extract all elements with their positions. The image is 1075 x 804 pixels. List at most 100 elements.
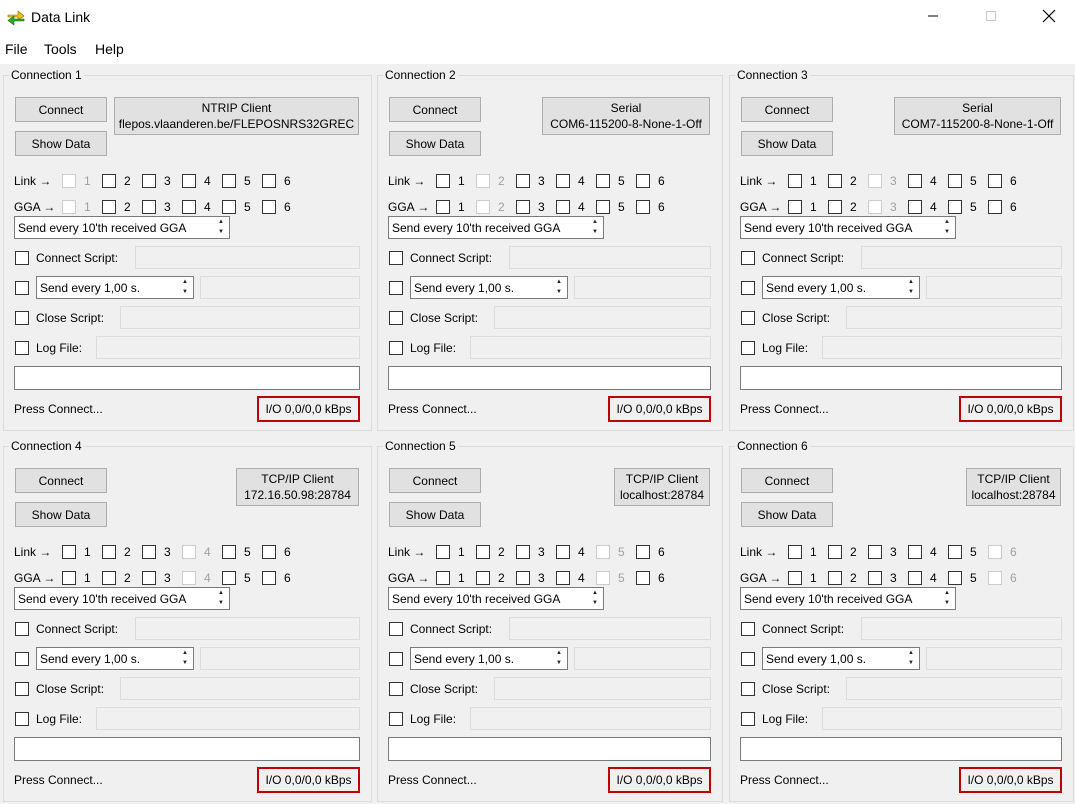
connect-script-input[interactable]	[135, 246, 360, 269]
link-checkbox-6[interactable]	[636, 545, 650, 559]
gga-checkbox-6[interactable]	[988, 200, 1002, 214]
link-checkbox-2[interactable]	[476, 545, 490, 559]
close-script-checkbox[interactable]	[15, 311, 29, 325]
link-checkbox-3[interactable]	[516, 174, 530, 188]
log-file-input[interactable]	[822, 707, 1062, 730]
link-checkbox-1[interactable]	[62, 174, 76, 188]
connect-button[interactable]: Connect	[741, 468, 833, 493]
link-checkbox-1[interactable]	[788, 545, 802, 559]
link-checkbox-4[interactable]	[556, 174, 570, 188]
connect-script-input[interactable]	[861, 617, 1062, 640]
connect-script-checkbox[interactable]	[15, 251, 29, 265]
spinner-arrows-icon[interactable]: ▲ ▼	[588, 218, 602, 237]
send-every-spinner[interactable]: Send every 1,00 s. ▲ ▼	[410, 276, 568, 299]
connect-script-checkbox[interactable]	[741, 251, 755, 265]
gga-checkbox-5[interactable]	[222, 200, 236, 214]
link-checkbox-1[interactable]	[62, 545, 76, 559]
close-script-input[interactable]	[120, 677, 360, 700]
link-checkbox-6[interactable]	[988, 174, 1002, 188]
gga-checkbox-2[interactable]	[476, 571, 490, 585]
log-file-checkbox[interactable]	[389, 341, 403, 355]
close-script-input[interactable]	[846, 677, 1062, 700]
gga-checkbox-3[interactable]	[516, 571, 530, 585]
source-settings-button[interactable]: Serial COM6-115200-8-None-1-Off	[542, 97, 710, 135]
connect-button[interactable]: Connect	[15, 97, 107, 122]
connect-script-input[interactable]	[509, 617, 711, 640]
log-file-input[interactable]	[470, 336, 711, 359]
log-file-checkbox[interactable]	[741, 712, 755, 726]
link-checkbox-3[interactable]	[142, 174, 156, 188]
gga-checkbox-1[interactable]	[436, 571, 450, 585]
send-every-spinner[interactable]: Send every 1,00 s. ▲ ▼	[762, 276, 920, 299]
gga-checkbox-3[interactable]	[516, 200, 530, 214]
log-file-input[interactable]	[822, 336, 1062, 359]
gga-checkbox-3[interactable]	[142, 200, 156, 214]
send-every-spinner[interactable]: Send every 1,00 s. ▲ ▼	[410, 647, 568, 670]
link-checkbox-4[interactable]	[182, 545, 196, 559]
spinner-arrows-icon[interactable]: ▲ ▼	[904, 649, 918, 668]
link-checkbox-2[interactable]	[828, 545, 842, 559]
send-every-input[interactable]	[200, 276, 360, 299]
link-checkbox-5[interactable]	[948, 174, 962, 188]
link-checkbox-6[interactable]	[636, 174, 650, 188]
send-every-checkbox[interactable]	[389, 281, 403, 295]
link-checkbox-4[interactable]	[908, 174, 922, 188]
send-every-checkbox[interactable]	[15, 652, 29, 666]
gga-checkbox-1[interactable]	[788, 200, 802, 214]
maximize-button[interactable]	[962, 0, 1020, 34]
send-every-checkbox[interactable]	[741, 281, 755, 295]
gga-checkbox-4[interactable]	[908, 571, 922, 585]
gga-mode-select[interactable]: Send every 10'th received GGA ▲ ▼	[388, 587, 604, 610]
gga-checkbox-5[interactable]	[222, 571, 236, 585]
connect-script-checkbox[interactable]	[741, 622, 755, 636]
gga-checkbox-6[interactable]	[262, 200, 276, 214]
link-checkbox-2[interactable]	[476, 174, 490, 188]
gga-checkbox-4[interactable]	[908, 200, 922, 214]
close-window-button[interactable]	[1020, 0, 1075, 34]
link-checkbox-4[interactable]	[556, 545, 570, 559]
menu-help[interactable]: Help	[95, 41, 124, 57]
link-checkbox-1[interactable]	[788, 174, 802, 188]
connect-button[interactable]: Connect	[15, 468, 107, 493]
gga-mode-select[interactable]: Send every 10'th received GGA ▲ ▼	[388, 216, 604, 239]
data-textbox[interactable]	[740, 366, 1062, 390]
send-every-checkbox[interactable]	[15, 281, 29, 295]
gga-checkbox-1[interactable]	[788, 571, 802, 585]
gga-mode-select[interactable]: Send every 10'th received GGA ▲ ▼	[740, 587, 956, 610]
link-checkbox-5[interactable]	[596, 174, 610, 188]
link-checkbox-4[interactable]	[182, 174, 196, 188]
connect-script-checkbox[interactable]	[15, 622, 29, 636]
close-script-input[interactable]	[846, 306, 1062, 329]
gga-checkbox-4[interactable]	[556, 571, 570, 585]
show-data-button[interactable]: Show Data	[15, 502, 107, 527]
gga-checkbox-1[interactable]	[62, 200, 76, 214]
gga-checkbox-6[interactable]	[636, 200, 650, 214]
gga-checkbox-5[interactable]	[596, 200, 610, 214]
data-textbox[interactable]	[14, 366, 360, 390]
source-settings-button[interactable]: TCP/IP Client localhost:28784	[966, 468, 1061, 506]
close-script-checkbox[interactable]	[15, 682, 29, 696]
link-checkbox-5[interactable]	[222, 545, 236, 559]
gga-checkbox-3[interactable]	[868, 571, 882, 585]
link-checkbox-5[interactable]	[948, 545, 962, 559]
log-file-input[interactable]	[96, 336, 360, 359]
close-script-input[interactable]	[120, 306, 360, 329]
connect-button[interactable]: Connect	[389, 97, 481, 122]
link-checkbox-6[interactable]	[988, 545, 1002, 559]
send-every-spinner[interactable]: Send every 1,00 s. ▲ ▼	[762, 647, 920, 670]
data-textbox[interactable]	[388, 366, 711, 390]
gga-checkbox-5[interactable]	[948, 200, 962, 214]
gga-mode-select[interactable]: Send every 10'th received GGA ▲ ▼	[14, 216, 230, 239]
spinner-arrows-icon[interactable]: ▲ ▼	[940, 218, 954, 237]
gga-checkbox-2[interactable]	[102, 571, 116, 585]
show-data-button[interactable]: Show Data	[15, 131, 107, 156]
gga-checkbox-4[interactable]	[556, 200, 570, 214]
source-settings-button[interactable]: Serial COM7-115200-8-None-1-Off	[894, 97, 1061, 135]
send-every-input[interactable]	[574, 276, 711, 299]
gga-checkbox-6[interactable]	[262, 571, 276, 585]
data-textbox[interactable]	[740, 737, 1062, 761]
source-settings-button[interactable]: TCP/IP Client 172.16.50.98:28784	[236, 468, 359, 506]
link-checkbox-2[interactable]	[102, 174, 116, 188]
gga-checkbox-3[interactable]	[142, 571, 156, 585]
show-data-button[interactable]: Show Data	[389, 131, 481, 156]
